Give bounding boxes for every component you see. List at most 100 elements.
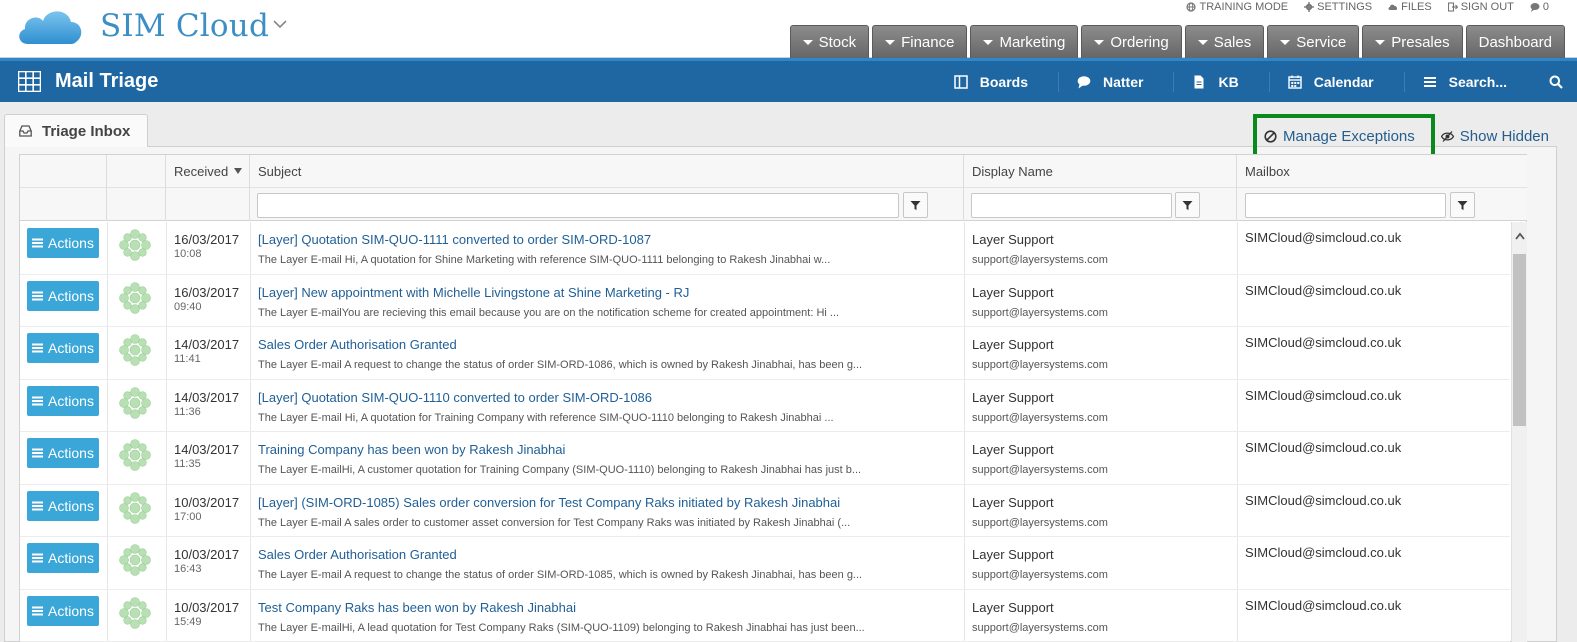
- nav-tab-label: Presales: [1391, 33, 1450, 51]
- column-divider: [107, 484, 108, 536]
- nav-tab-dashboard[interactable]: Dashboard: [1465, 25, 1565, 58]
- table-row[interactable]: Actions 16/03/2017 10:08 [Layer] Quotati…: [20, 222, 1510, 275]
- show-hidden-button[interactable]: Show Hidden: [1431, 122, 1559, 150]
- utility-label: 0: [1542, 1, 1549, 13]
- link-search[interactable]: Search...: [1405, 72, 1577, 92]
- table-row[interactable]: Actions 14/03/2017 11:36 [Layer] Quotati…: [20, 379, 1510, 432]
- chevron-down-icon[interactable]: [272, 18, 288, 30]
- chevron-up-icon[interactable]: [1515, 232, 1525, 240]
- message-preview: The Layer E-mail A request to change the…: [258, 359, 863, 371]
- nav-tab-finance[interactable]: Finance: [872, 25, 968, 58]
- actions-button[interactable]: Actions: [27, 280, 99, 311]
- sender-display-name: Layer Support: [972, 442, 1054, 457]
- actions-label: Actions: [48, 550, 94, 566]
- mailbox-address: SIMCloud@simcloud.co.uk: [1245, 545, 1402, 560]
- mailbox-filter-button[interactable]: [1450, 192, 1475, 218]
- mail-table: Received Subject Display Name Mailbox Ac…: [19, 154, 1527, 642]
- nav-tab-ordering[interactable]: Ordering: [1081, 25, 1182, 58]
- module-links: Boards Natter KB Calendar Search...: [936, 61, 1577, 102]
- actions-label: Actions: [48, 445, 94, 461]
- nav-tab-label: Dashboard: [1478, 33, 1552, 51]
- actions-button[interactable]: Actions: [27, 595, 99, 626]
- sender-display-name: Layer Support: [972, 547, 1054, 562]
- utility-label: TRAINING MODE: [1199, 1, 1289, 13]
- mailbox-filter-input[interactable]: [1245, 193, 1446, 218]
- actions-button[interactable]: Actions: [27, 490, 99, 521]
- subject-link[interactable]: Training Company has been won by Rakesh …: [258, 442, 565, 457]
- tab-triage-inbox[interactable]: Triage Inbox: [4, 114, 148, 147]
- actions-button[interactable]: Actions: [27, 333, 99, 363]
- nav-tab-service[interactable]: Service: [1267, 25, 1360, 58]
- utility-sign-out[interactable]: SIGN OUT: [1447, 1, 1514, 13]
- caret-down-icon: [885, 39, 896, 45]
- display-name-filter-input[interactable]: [971, 193, 1172, 218]
- subject-link[interactable]: [Layer] Quotation SIM-QUO-1110 converted…: [258, 390, 652, 405]
- received-time: 10:08: [174, 248, 202, 260]
- table-row[interactable]: Actions 10/03/2017 16:43 Sales Order Aut…: [20, 537, 1510, 590]
- sender-email: support@layersystems.com: [972, 569, 1108, 581]
- nav-tab-presales[interactable]: Presales: [1362, 25, 1463, 58]
- cloud-logo-icon[interactable]: [14, 4, 86, 48]
- received-time: 09:40: [174, 300, 202, 313]
- sender-avatar-icon: [119, 544, 151, 576]
- column-divider: [107, 274, 108, 326]
- nav-tab-stock[interactable]: Stock: [789, 25, 870, 58]
- subject-link[interactable]: [Layer] (SIM-ORD-1085) Sales order conve…: [258, 495, 840, 510]
- subject-link[interactable]: Test Company Raks has been won by Rakesh…: [258, 600, 576, 615]
- link-natter[interactable]: Natter: [1059, 71, 1175, 92]
- link-calendar[interactable]: Calendar: [1270, 71, 1405, 92]
- nav-tab-sales[interactable]: Sales: [1184, 25, 1265, 58]
- grid-icon[interactable]: [18, 71, 41, 92]
- utility-messages[interactable]: 0: [1530, 1, 1549, 13]
- header-subject[interactable]: Subject: [250, 155, 964, 187]
- actions-button[interactable]: Actions: [27, 385, 99, 416]
- sender-avatar-icon: [119, 281, 151, 314]
- table-row[interactable]: Actions 10/03/2017 15:49 Test Company Ra…: [20, 589, 1510, 642]
- subject-filter-input[interactable]: [257, 193, 899, 218]
- nav-tab-label: Sales: [1213, 33, 1252, 51]
- message-preview: The Layer E-mail Hi, A quotation for Tra…: [258, 411, 834, 424]
- subject-link[interactable]: [Layer] New appointment with Michelle Li…: [258, 285, 689, 300]
- header-received[interactable]: Received: [166, 155, 250, 187]
- table-row[interactable]: Actions 16/03/2017 09:40 [Layer] New app…: [20, 274, 1510, 327]
- link-kb[interactable]: KB: [1174, 71, 1270, 92]
- table-row[interactable]: Actions 10/03/2017 17:00 [Layer] (SIM-OR…: [20, 484, 1510, 537]
- search-icon[interactable]: [1549, 75, 1563, 89]
- header-display-name[interactable]: Display Name: [964, 155, 1237, 187]
- filter-cell: [964, 187, 1237, 221]
- received-time: 11:36: [174, 405, 201, 418]
- table-row[interactable]: Actions 14/03/2017 11:35 Training Compan…: [20, 432, 1510, 485]
- actions-button[interactable]: Actions: [27, 543, 99, 573]
- subject-link[interactable]: [Layer] Quotation SIM-QUO-1111 converted…: [258, 232, 651, 247]
- actions-button[interactable]: Actions: [27, 228, 99, 258]
- table-row[interactable]: Actions 14/03/2017 11:41 Sales Order Aut…: [20, 327, 1510, 380]
- mailbox-address: SIMCloud@simcloud.co.uk: [1245, 282, 1402, 298]
- main-nav: Stock Finance Marketing Ordering Sales S…: [789, 25, 1565, 58]
- subject-filter-button[interactable]: [903, 192, 928, 218]
- utility-files[interactable]: FILES: [1388, 1, 1432, 13]
- brand-name[interactable]: SIM Cloud: [100, 8, 269, 44]
- subject-link[interactable]: Sales Order Authorisation Granted: [258, 337, 457, 352]
- sender-avatar-icon: [119, 596, 151, 629]
- scroll-thumb[interactable]: [1513, 254, 1526, 426]
- column-divider: [166, 537, 167, 589]
- globe-icon: [1186, 2, 1197, 12]
- display-name-filter-button[interactable]: [1175, 192, 1200, 218]
- column-divider: [250, 379, 251, 431]
- column-divider: [166, 327, 167, 379]
- header-mailbox[interactable]: Mailbox: [1237, 155, 1527, 187]
- column-divider: [964, 537, 965, 589]
- received-date: 14/03/2017: [174, 389, 240, 405]
- utility-training-mode[interactable]: TRAINING MODE: [1186, 1, 1288, 13]
- actions-button[interactable]: Actions: [27, 438, 99, 468]
- menu-icon: [32, 606, 44, 615]
- table-scrollbar[interactable]: [1511, 222, 1527, 642]
- sender-display-name: Layer Support: [972, 599, 1054, 615]
- utility-settings[interactable]: SETTINGS: [1304, 1, 1372, 13]
- link-boards[interactable]: Boards: [936, 71, 1059, 92]
- subject-link[interactable]: Sales Order Authorisation Granted: [258, 547, 457, 562]
- button-label: Show Hidden: [1459, 127, 1549, 145]
- sender-avatar-icon: [119, 491, 151, 524]
- received-date: 10/03/2017: [174, 547, 240, 562]
- nav-tab-marketing[interactable]: Marketing: [970, 25, 1079, 58]
